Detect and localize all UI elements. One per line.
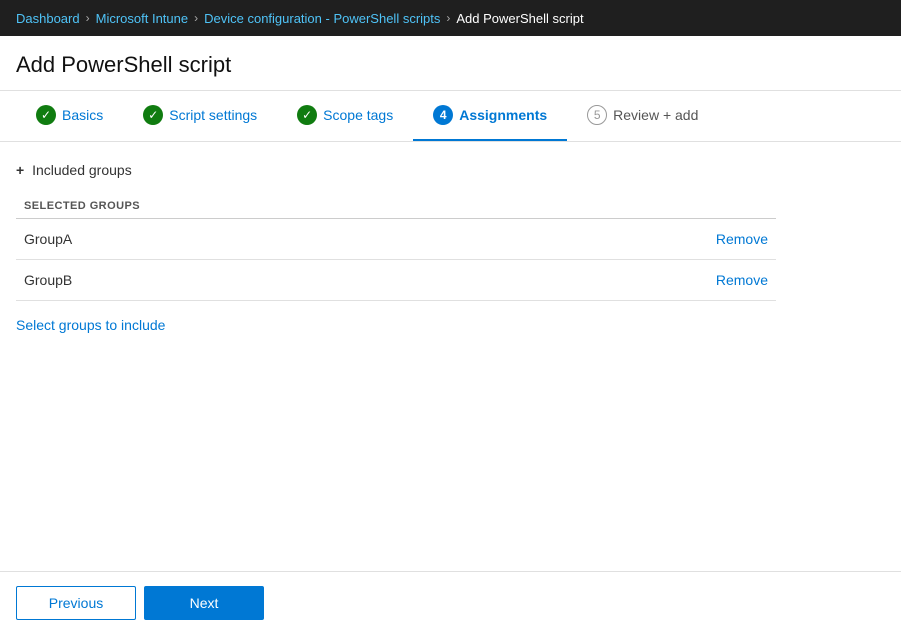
tab-assignments[interactable]: 4 Assignments (413, 91, 567, 141)
breadcrumb-current: Add PowerShell script (456, 11, 583, 26)
included-groups-label: Included groups (32, 162, 132, 178)
tab-script-settings-label: Script settings (169, 107, 257, 123)
tab-assignments-label: Assignments (459, 107, 547, 123)
breadcrumb: Dashboard › Microsoft Intune › Device co… (0, 0, 901, 36)
remove-button-0[interactable]: Remove (716, 231, 768, 247)
plus-icon: + (16, 162, 24, 178)
tab-scope-tags[interactable]: ✓ Scope tags (277, 91, 413, 141)
tab-review-add-label: Review + add (613, 107, 698, 123)
assignments-badge: 4 (433, 105, 453, 125)
breadcrumb-dashboard[interactable]: Dashboard (16, 11, 80, 26)
previous-button[interactable]: Previous (16, 586, 136, 620)
review-add-badge: 5 (587, 105, 607, 125)
main-content: + Included groups Selected Groups GroupA… (0, 142, 901, 353)
breadcrumb-sep-1: › (86, 11, 90, 25)
select-groups-link[interactable]: Select groups to include (16, 317, 165, 333)
footer: Previous Next (0, 571, 901, 634)
page-title: Add PowerShell script (0, 36, 901, 91)
table-row: GroupA Remove (16, 219, 776, 260)
tab-review-add[interactable]: 5 Review + add (567, 91, 718, 141)
table-header-selected-groups: Selected Groups (16, 194, 517, 219)
remove-cell-1: Remove (517, 260, 776, 301)
remove-cell-0: Remove (517, 219, 776, 260)
remove-button-1[interactable]: Remove (716, 272, 768, 288)
breadcrumb-sep-3: › (446, 11, 450, 25)
basics-check-icon: ✓ (36, 105, 56, 125)
next-button[interactable]: Next (144, 586, 264, 620)
breadcrumb-intune[interactable]: Microsoft Intune (96, 11, 189, 26)
breadcrumb-device-config[interactable]: Device configuration - PowerShell script… (204, 11, 440, 26)
script-settings-check-icon: ✓ (143, 105, 163, 125)
tab-bar: ✓ Basics ✓ Script settings ✓ Scope tags … (0, 91, 901, 142)
tab-scope-tags-label: Scope tags (323, 107, 393, 123)
tab-basics[interactable]: ✓ Basics (16, 91, 123, 141)
groups-table: Selected Groups GroupA Remove GroupB Rem… (16, 194, 776, 301)
tab-script-settings[interactable]: ✓ Script settings (123, 91, 277, 141)
group-name-0: GroupA (16, 219, 517, 260)
tab-basics-label: Basics (62, 107, 103, 123)
breadcrumb-sep-2: › (194, 11, 198, 25)
scope-tags-check-icon: ✓ (297, 105, 317, 125)
included-groups-header[interactable]: + Included groups (16, 162, 885, 178)
group-name-1: GroupB (16, 260, 517, 301)
table-row: GroupB Remove (16, 260, 776, 301)
